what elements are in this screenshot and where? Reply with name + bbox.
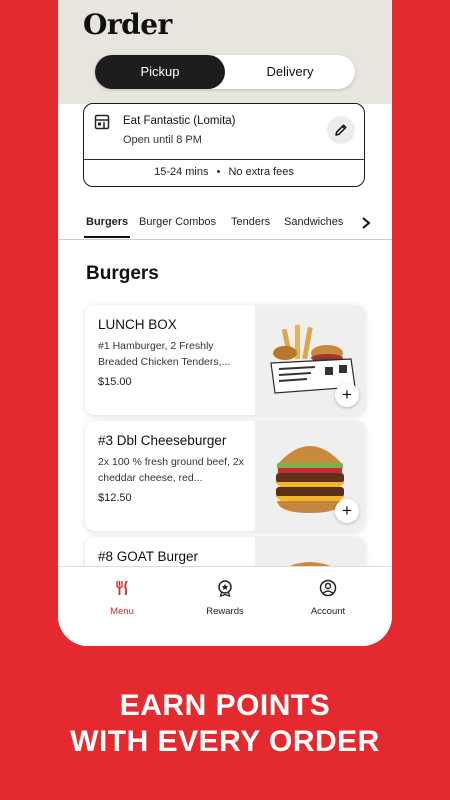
nav-label-account: Account bbox=[310, 606, 346, 617]
pickup-option[interactable]: Pickup bbox=[95, 55, 225, 89]
user-icon bbox=[319, 579, 337, 597]
page-title: Order bbox=[83, 8, 172, 41]
bottom-nav: Menu Rewards Account bbox=[58, 566, 392, 646]
item-description: #1 Hamburger, 2 Freshly Breaded Chicken … bbox=[98, 340, 231, 368]
tab-burger-combos[interactable]: Burger Combos bbox=[139, 216, 216, 228]
add-item-button[interactable]: + bbox=[335, 499, 359, 523]
tab-tenders[interactable]: Tenders bbox=[231, 216, 270, 228]
fees-note: No extra fees bbox=[228, 166, 294, 178]
eta-row: 15-24 mins • No extra fees bbox=[84, 166, 364, 178]
item-name: #8 GOAT Burger bbox=[98, 549, 199, 564]
menu-item-card[interactable]: LUNCH BOX #1 Hamburger, 2 Freshly Breade… bbox=[85, 305, 365, 415]
nav-label-menu: Menu bbox=[110, 606, 134, 617]
nav-label-rewards: Rewards bbox=[206, 606, 244, 617]
menu-item-card[interactable]: #3 Dbl Cheeseburger 2x 100 % fresh groun… bbox=[85, 421, 365, 531]
medal-icon bbox=[218, 580, 232, 597]
pencil-icon bbox=[335, 124, 347, 136]
nav-rewards[interactable]: Rewards bbox=[175, 579, 275, 619]
separator-dot: • bbox=[216, 166, 221, 178]
fork-knife-icon bbox=[116, 580, 128, 595]
section-title: Burgers bbox=[86, 263, 159, 284]
item-name: LUNCH BOX bbox=[98, 317, 177, 332]
order-mode-toggle: Pickup Delivery bbox=[95, 55, 355, 89]
nav-account[interactable]: Account bbox=[278, 579, 378, 619]
store-divider bbox=[84, 159, 364, 160]
nav-menu[interactable]: Menu bbox=[72, 579, 172, 619]
edit-store-button[interactable] bbox=[327, 116, 355, 144]
item-price: $15.00 bbox=[98, 376, 132, 388]
item-price: $12.50 bbox=[98, 492, 132, 504]
storefront-icon bbox=[94, 114, 110, 130]
phone-screen: Order Pickup Delivery Eat Fantastic (Lom… bbox=[58, 0, 392, 646]
promo-line-1: EARN POINTS bbox=[119, 689, 331, 722]
item-description: 2x 100 % fresh ground beef, 2x cheddar c… bbox=[98, 456, 244, 484]
promo-banner: EARN POINTS WITH EVERY ORDER bbox=[0, 688, 450, 760]
category-tabs: Burgers Burger Combos Tenders Sandwiches bbox=[58, 207, 392, 240]
active-tab-indicator bbox=[84, 236, 130, 238]
store-card: Eat Fantastic (Lomita) Open until 8 PM 1… bbox=[83, 103, 365, 187]
eta-time: 15-24 mins bbox=[154, 166, 209, 178]
store-hours: Open until 8 PM bbox=[123, 134, 202, 146]
tab-burgers[interactable]: Burgers bbox=[86, 216, 128, 228]
store-name[interactable]: Eat Fantastic (Lomita) bbox=[123, 115, 235, 127]
plus-icon: + bbox=[342, 385, 352, 404]
item-name: #3 Dbl Cheeseburger bbox=[98, 433, 227, 448]
plus-icon: + bbox=[342, 501, 352, 520]
header: Order Pickup Delivery bbox=[58, 0, 392, 104]
promo-line-2: WITH EVERY ORDER bbox=[70, 725, 380, 758]
tab-sandwiches[interactable]: Sandwiches bbox=[284, 216, 343, 228]
delivery-option[interactable]: Delivery bbox=[225, 55, 355, 89]
chevron-right-icon[interactable] bbox=[358, 215, 374, 231]
add-item-button[interactable]: + bbox=[335, 383, 359, 407]
